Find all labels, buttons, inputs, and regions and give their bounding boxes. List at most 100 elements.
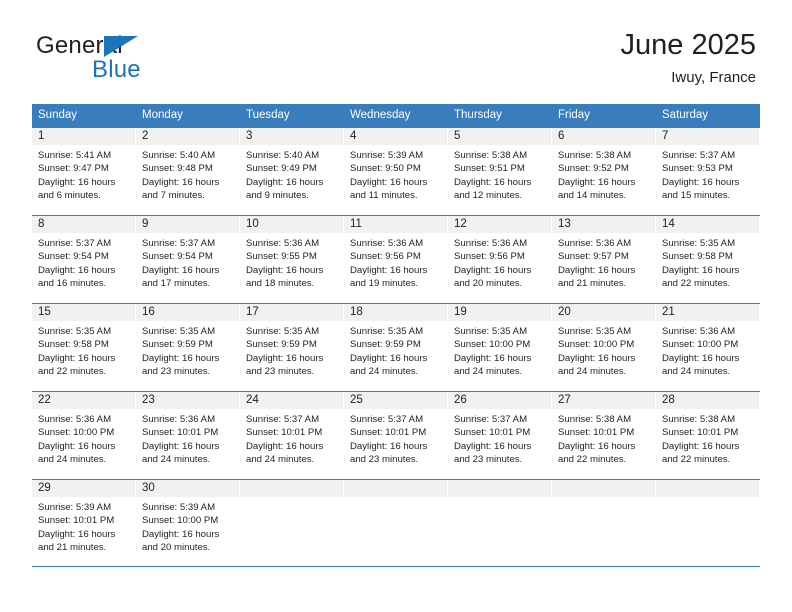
day-number: 7 (656, 128, 760, 145)
sunrise-text: Sunrise: 5:36 AM (662, 326, 736, 337)
daylight-text-line1: Daylight: 16 hours (454, 352, 532, 364)
day-number: 26 (448, 392, 552, 409)
day-details: Sunrise: 5:38 AM Sunset: 10:01 PM Daylig… (552, 409, 656, 467)
day-cell[interactable]: 20 Sunrise: 5:35 AM Sunset: 10:00 PM Day… (552, 304, 656, 391)
day-details: Sunrise: 5:36 AM Sunset: 10:00 PM Daylig… (656, 321, 760, 379)
brand-logo[interactable]: General Blue (36, 33, 236, 89)
day-cell[interactable]: 18 Sunrise: 5:35 AM Sunset: 9:59 PM Dayl… (344, 304, 448, 391)
daylight-text-line2: and 24 minutes. (246, 454, 315, 466)
day-cell[interactable]: 13 Sunrise: 5:36 AM Sunset: 9:57 PM Dayl… (552, 216, 656, 303)
daylight-text-line1: Daylight: 16 hours (662, 440, 740, 452)
day-cell[interactable]: 29 Sunrise: 5:39 AM Sunset: 10:01 PM Day… (32, 480, 136, 566)
daylight-text-line2: and 18 minutes. (246, 278, 315, 290)
day-cell[interactable]: 28 Sunrise: 5:38 AM Sunset: 10:01 PM Day… (656, 392, 760, 479)
sunrise-text: Sunrise: 5:41 AM (38, 150, 112, 161)
day-number: 27 (552, 392, 656, 409)
weekday-header-wednesday: Wednesday (350, 109, 411, 121)
sunset-text: Sunset: 9:54 PM (38, 251, 109, 263)
sunrise-text: Sunrise: 5:39 AM (38, 502, 112, 513)
daylight-text-line1: Daylight: 16 hours (662, 352, 740, 364)
day-number: 23 (136, 392, 240, 409)
daylight-text-line1: Daylight: 16 hours (246, 440, 324, 452)
week-row: 1 Sunrise: 5:41 AM Sunset: 9:47 PM Dayli… (32, 127, 760, 215)
day-details: Sunrise: 5:35 AM Sunset: 10:00 PM Daylig… (448, 321, 552, 379)
page-subtitle-location: Iwuy, France (671, 69, 756, 86)
day-details: Sunrise: 5:39 AM Sunset: 10:00 PM Daylig… (136, 497, 240, 555)
day-details: Sunrise: 5:36 AM Sunset: 9:57 PM Dayligh… (552, 233, 656, 291)
day-details: Sunrise: 5:35 AM Sunset: 9:59 PM Dayligh… (136, 321, 240, 379)
day-cell[interactable]: 12 Sunrise: 5:36 AM Sunset: 9:56 PM Dayl… (448, 216, 552, 303)
day-cell[interactable]: 17 Sunrise: 5:35 AM Sunset: 9:59 PM Dayl… (240, 304, 344, 391)
day-cell[interactable]: 23 Sunrise: 5:36 AM Sunset: 10:01 PM Day… (136, 392, 240, 479)
sunrise-text: Sunrise: 5:37 AM (142, 238, 216, 249)
day-cell[interactable]: 24 Sunrise: 5:37 AM Sunset: 10:01 PM Day… (240, 392, 344, 479)
day-cell[interactable]: 15 Sunrise: 5:35 AM Sunset: 9:58 PM Dayl… (32, 304, 136, 391)
daylight-text-line1: Daylight: 16 hours (246, 264, 324, 276)
day-cell[interactable]: 30 Sunrise: 5:39 AM Sunset: 10:00 PM Day… (136, 480, 240, 566)
sunset-text: Sunset: 9:59 PM (142, 339, 213, 351)
day-details: Sunrise: 5:38 AM Sunset: 10:01 PM Daylig… (656, 409, 760, 467)
day-details: Sunrise: 5:39 AM Sunset: 10:01 PM Daylig… (32, 497, 136, 555)
daylight-text-line2: and 22 minutes. (38, 366, 107, 378)
day-details: Sunrise: 5:39 AM Sunset: 9:50 PM Dayligh… (344, 145, 448, 203)
daylight-text-line2: and 19 minutes. (350, 278, 419, 290)
day-number: 13 (552, 216, 656, 233)
day-cell[interactable]: 7 Sunrise: 5:37 AM Sunset: 9:53 PM Dayli… (656, 128, 760, 215)
daylight-text-line2: and 20 minutes. (142, 542, 211, 554)
day-details: Sunrise: 5:38 AM Sunset: 9:52 PM Dayligh… (552, 145, 656, 203)
day-cell[interactable]: 27 Sunrise: 5:38 AM Sunset: 10:01 PM Day… (552, 392, 656, 479)
daylight-text-line2: and 24 minutes. (142, 454, 211, 466)
sunset-text: Sunset: 10:01 PM (558, 427, 635, 439)
brand-name-blue: Blue (92, 56, 141, 83)
weekday-header-sunday: Sunday (38, 109, 78, 121)
day-cell[interactable]: 25 Sunrise: 5:37 AM Sunset: 10:01 PM Day… (344, 392, 448, 479)
sunrise-text: Sunrise: 5:36 AM (246, 238, 320, 249)
day-cell[interactable]: 8 Sunrise: 5:37 AM Sunset: 9:54 PM Dayli… (32, 216, 136, 303)
daylight-text-line2: and 16 minutes. (38, 278, 107, 290)
day-cell[interactable]: 4 Sunrise: 5:39 AM Sunset: 9:50 PM Dayli… (344, 128, 448, 215)
day-number: 22 (32, 392, 136, 409)
daylight-text-line1: Daylight: 16 hours (142, 176, 220, 188)
day-cell-empty (448, 480, 552, 566)
daylight-text-line2: and 15 minutes. (662, 190, 731, 202)
daylight-text-line1: Daylight: 16 hours (558, 176, 636, 188)
daylight-text-line2: and 12 minutes. (454, 190, 523, 202)
daylight-text-line1: Daylight: 16 hours (38, 528, 116, 540)
day-cell[interactable]: 21 Sunrise: 5:36 AM Sunset: 10:00 PM Day… (656, 304, 760, 391)
week-row: 29 Sunrise: 5:39 AM Sunset: 10:01 PM Day… (32, 479, 760, 567)
day-cell[interactable]: 1 Sunrise: 5:41 AM Sunset: 9:47 PM Dayli… (32, 128, 136, 215)
day-cell-empty (240, 480, 344, 566)
sunrise-text: Sunrise: 5:35 AM (350, 326, 424, 337)
sunrise-text: Sunrise: 5:36 AM (350, 238, 424, 249)
sunset-text: Sunset: 9:53 PM (662, 163, 733, 175)
calendar-grid: Sunday Monday Tuesday Wednesday Thursday… (32, 104, 760, 567)
day-cell[interactable]: 11 Sunrise: 5:36 AM Sunset: 9:56 PM Dayl… (344, 216, 448, 303)
day-cell[interactable]: 6 Sunrise: 5:38 AM Sunset: 9:52 PM Dayli… (552, 128, 656, 215)
day-cell[interactable]: 9 Sunrise: 5:37 AM Sunset: 9:54 PM Dayli… (136, 216, 240, 303)
day-number: 25 (344, 392, 448, 409)
day-cell[interactable]: 22 Sunrise: 5:36 AM Sunset: 10:00 PM Day… (32, 392, 136, 479)
page-header: General Blue June 2025 Iwuy, France (0, 0, 792, 100)
day-number: 12 (448, 216, 552, 233)
day-cell[interactable]: 10 Sunrise: 5:36 AM Sunset: 9:55 PM Dayl… (240, 216, 344, 303)
day-cell[interactable]: 14 Sunrise: 5:35 AM Sunset: 9:58 PM Dayl… (656, 216, 760, 303)
daylight-text-line2: and 6 minutes. (38, 190, 101, 202)
daylight-text-line1: Daylight: 16 hours (662, 264, 740, 276)
day-details: Sunrise: 5:36 AM Sunset: 10:01 PM Daylig… (136, 409, 240, 467)
day-cell[interactable]: 19 Sunrise: 5:35 AM Sunset: 10:00 PM Day… (448, 304, 552, 391)
daylight-text-line1: Daylight: 16 hours (38, 352, 116, 364)
day-details: Sunrise: 5:38 AM Sunset: 9:51 PM Dayligh… (448, 145, 552, 203)
day-number: 28 (656, 392, 760, 409)
daylight-text-line2: and 11 minutes. (350, 190, 418, 202)
day-number: 2 (136, 128, 240, 145)
day-number: 10 (240, 216, 344, 233)
day-number (656, 480, 760, 497)
day-cell[interactable]: 5 Sunrise: 5:38 AM Sunset: 9:51 PM Dayli… (448, 128, 552, 215)
daylight-text-line1: Daylight: 16 hours (350, 352, 428, 364)
sunset-text: Sunset: 10:01 PM (246, 427, 323, 439)
day-cell[interactable]: 2 Sunrise: 5:40 AM Sunset: 9:48 PM Dayli… (136, 128, 240, 215)
day-cell[interactable]: 3 Sunrise: 5:40 AM Sunset: 9:49 PM Dayli… (240, 128, 344, 215)
sunset-text: Sunset: 9:52 PM (558, 163, 629, 175)
day-cell[interactable]: 16 Sunrise: 5:35 AM Sunset: 9:59 PM Dayl… (136, 304, 240, 391)
day-cell[interactable]: 26 Sunrise: 5:37 AM Sunset: 10:01 PM Day… (448, 392, 552, 479)
